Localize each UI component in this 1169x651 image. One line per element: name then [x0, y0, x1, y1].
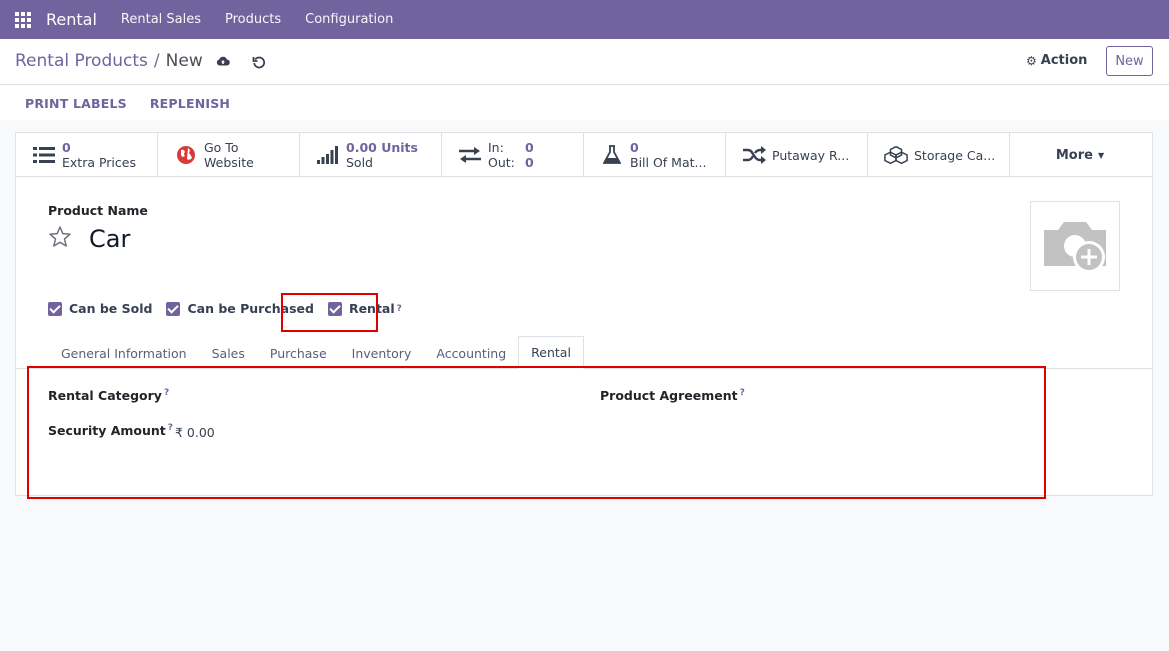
bill-of-materials-button[interactable]: 0 Bill Of Mat...	[584, 133, 726, 177]
website-line2: Website	[204, 155, 254, 170]
action-button[interactable]: ⚙ Action	[1026, 53, 1087, 68]
can-be-sold-label: Can be Sold	[69, 301, 153, 316]
more-label: More	[1055, 147, 1093, 163]
form-sheet: 0 Extra Prices Go To Website 0.00 Units …	[15, 132, 1153, 499]
in-value: 0	[525, 140, 534, 155]
globe-icon	[174, 145, 198, 165]
checkbox-checked-icon	[166, 301, 181, 316]
camera-plus-icon	[1044, 222, 1106, 273]
can-be-sold-checkbox[interactable]: Can be Sold	[48, 301, 152, 316]
bom-label: Bill Of Mat...	[630, 155, 707, 170]
flask-icon	[600, 145, 624, 165]
extra-prices-count: 0	[62, 140, 71, 155]
exchange-arrows-icon	[458, 145, 482, 165]
top-navbar: Rental Rental Sales Products Configurati…	[0, 0, 1169, 39]
smart-button-bar: 0 Extra Prices Go To Website 0.00 Units …	[16, 133, 1152, 177]
new-button[interactable]: New	[1106, 46, 1153, 76]
units-sold-button[interactable]: 0.00 Units Sold	[300, 133, 442, 177]
random-icon	[742, 145, 766, 165]
out-label: Out:	[488, 155, 515, 170]
product-image-upload[interactable]	[1030, 201, 1120, 291]
breadcrumb: Rental Products / New	[15, 51, 203, 71]
out-value: 0	[525, 155, 534, 170]
gear-icon: ⚙	[1026, 53, 1037, 68]
product-name-label: Product Name	[48, 203, 148, 218]
rental-help-icon[interactable]: ?	[397, 304, 402, 314]
menu-configuration[interactable]: Configuration	[305, 12, 393, 27]
storage-capacities-button[interactable]: Storage Ca...	[868, 133, 1010, 177]
units-sold-label: Sold	[346, 155, 373, 170]
breadcrumb-separator: /	[153, 51, 160, 71]
list-icon	[32, 145, 56, 165]
caret-down-icon: ▼	[1097, 150, 1105, 160]
breadcrumb-parent[interactable]: Rental Products	[15, 51, 148, 71]
breadcrumb-current: New	[165, 51, 203, 71]
rental-tab-highlight	[27, 366, 1046, 499]
print-labels-button[interactable]: PRINT LABELS	[25, 96, 127, 111]
extra-prices-button[interactable]: 0 Extra Prices	[16, 133, 158, 177]
status-bar: PRINT LABELS REPLENISH	[0, 86, 1169, 120]
website-line1: Go To	[204, 140, 239, 155]
storage-label: Storage Ca...	[914, 147, 996, 163]
notebook-tabs: General Information Sales Purchase Inven…	[48, 336, 584, 369]
replenish-button[interactable]: REPLENISH	[150, 96, 230, 111]
go-to-website-button[interactable]: Go To Website	[158, 133, 300, 177]
undo-icon[interactable]	[252, 55, 266, 69]
menu-rental-sales[interactable]: Rental Sales	[121, 12, 201, 27]
rental-checkbox-highlight	[281, 293, 378, 332]
putaway-label: Putaway R...	[772, 147, 850, 163]
tab-rental[interactable]: Rental	[518, 336, 584, 369]
control-panel: Rental Products / New ⚙ Action New	[0, 39, 1169, 85]
more-button[interactable]: More ▼	[1010, 133, 1150, 177]
app-brand[interactable]: Rental	[46, 10, 97, 29]
cubes-icon	[884, 145, 908, 165]
bom-count: 0	[630, 140, 639, 155]
cloud-upload-icon[interactable]	[216, 56, 230, 66]
extra-prices-label: Extra Prices	[62, 155, 136, 170]
product-name-input[interactable]: Car	[89, 225, 130, 253]
menu-products[interactable]: Products	[225, 12, 281, 27]
putaway-rules-button[interactable]: Putaway R...	[726, 133, 868, 177]
signal-bars-icon	[316, 145, 340, 165]
in-label: In:	[488, 140, 504, 155]
apps-grid-icon[interactable]	[0, 0, 46, 39]
action-label: Action	[1040, 53, 1088, 68]
units-sold-value: 0.00 Units	[346, 140, 418, 155]
star-icon[interactable]	[48, 225, 72, 249]
in-out-button[interactable]: In: 0 Out: 0	[442, 133, 584, 177]
checkbox-checked-icon	[48, 301, 62, 316]
